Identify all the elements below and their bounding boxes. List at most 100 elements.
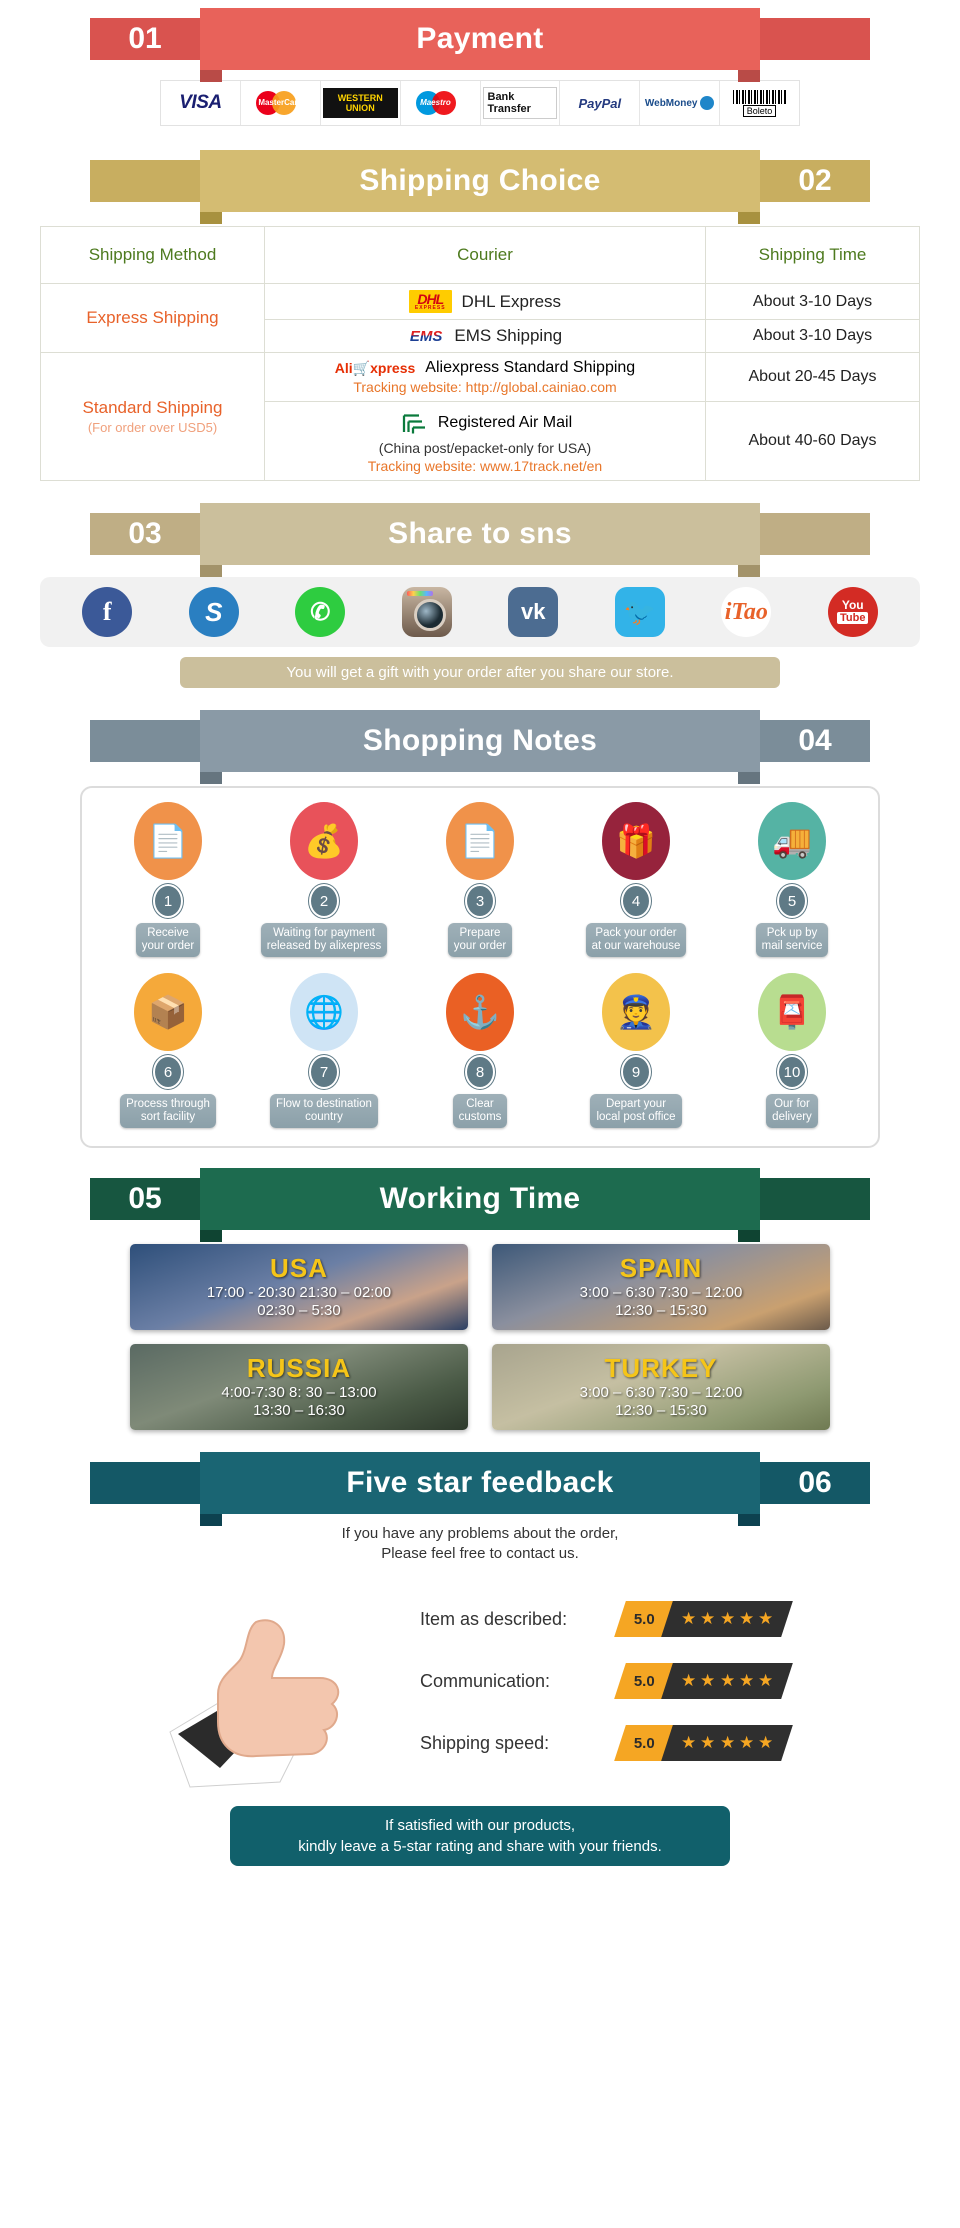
note-step: 👮 9 Depart your local post office: [562, 973, 710, 1128]
payment-method-paypal: PayPal: [560, 81, 641, 125]
maestro-logo: Maestro: [414, 89, 466, 117]
note-step-label: Prepare your order: [447, 923, 513, 957]
city-hours: 4:00-7:30 8: 30 – 13:00 13:30 – 16:30: [221, 1383, 377, 1419]
note-step-number: 3: [465, 884, 495, 918]
working-time-number: 05: [128, 1182, 162, 1215]
tracking-link-17track[interactable]: Tracking website: www.17track.net/en: [368, 458, 602, 474]
mastercard-logo: MasterCard: [254, 89, 306, 117]
star-icon: ★: [700, 1671, 716, 1690]
china-post-logo: [402, 414, 425, 434]
payment-title: Payment: [200, 8, 760, 70]
notes-title: Shopping Notes: [200, 710, 760, 772]
western-union-logo: WESTERN UNION: [322, 88, 398, 118]
payment-banner: 01 Payment: [90, 8, 870, 82]
youtube-icon[interactable]: You Tube: [827, 587, 878, 637]
working-time-title: Working Time: [200, 1168, 760, 1230]
social-icons-bar: f S ✆ vk 🐦 iTao You Tube: [40, 577, 920, 647]
rating-rows: Item as described: 5.0 ★ ★ ★ ★ ★ Communication:…: [420, 1588, 920, 1774]
working-time-banner: 05 Working Time: [90, 1168, 870, 1242]
banner-fold-left: [200, 1230, 222, 1242]
star-icon: ★: [700, 1609, 716, 1628]
note-step: 🎁 4 Pack your order at our warehouse: [562, 802, 710, 957]
shopping-notes-box: 📄 1 Receive your order 💰 2 Waiting for payment…: [80, 786, 880, 1148]
document-hand-icon: 📄: [134, 802, 202, 880]
working-time-card: SPAIN 3:00 – 6:30 7:30 – 12:00 12:30 – 15:…: [492, 1244, 830, 1330]
globe-icon: 🌐: [290, 973, 358, 1051]
skype-icon[interactable]: S: [188, 587, 239, 637]
rating-label: Item as described:: [420, 1608, 568, 1629]
time-aliexpress: About 20-45 Days: [705, 352, 920, 402]
banner-fold-right: [738, 70, 760, 82]
banner-fold-right: [738, 565, 760, 577]
shipping-banner: Shipping Choice 02: [90, 150, 870, 224]
document-hand-icon: 📄: [446, 802, 514, 880]
twitter-icon[interactable]: 🐦: [614, 587, 665, 637]
payment-method-webmoney: WebMoney: [640, 81, 721, 125]
share-section: 03 Share to sns f S ✆ vk 🐦 iTao You Tube…: [0, 481, 960, 688]
gift-box-icon: 🎁: [602, 802, 670, 880]
shipping-section: Shipping Choice 02 Shipping Method Couri…: [0, 126, 960, 481]
ems-logo: EMS: [409, 327, 443, 345]
dhl-logo: DHL EXPRESS: [408, 290, 452, 313]
banner-wing-left: [90, 1462, 200, 1504]
header-courier: Courier: [264, 226, 706, 284]
parcel-icon: 📮: [758, 973, 826, 1051]
banner-wing-left: [90, 720, 200, 762]
banner-fold-left: [200, 1514, 222, 1526]
working-time-section: 05 Working Time USA 17:00 - 20:30 21:30 –…: [0, 1148, 960, 1430]
note-step-label: Pack your order at our warehouse: [585, 923, 687, 957]
star-icon: ★: [680, 1609, 697, 1628]
courier-ems: EMS EMS Shipping: [264, 319, 706, 353]
banner-wing-left: [90, 160, 200, 202]
star-icon: ★: [719, 1609, 735, 1628]
vk-icon[interactable]: vk: [508, 587, 559, 637]
feedback-subtitle: If you have any problems about the order…: [341, 1525, 619, 1562]
star-icon: ★: [719, 1733, 735, 1752]
feedback-closing-note: If satisfied with our products, kindly le…: [230, 1806, 730, 1866]
note-step: 🌐 7 Flow to destination country: [250, 973, 398, 1128]
star-icon: ★: [700, 1733, 716, 1752]
header-shipping-method: Shipping Method: [40, 226, 265, 284]
share-title: Share to sns: [200, 503, 760, 565]
note-step: 💰 2 Waiting for payment released by alixepr…: [250, 802, 398, 957]
tracking-link-cainiao[interactable]: Tracking website: http://global.cainiao.…: [353, 379, 616, 395]
method-standard-shipping: Standard Shipping (For order over USD5): [40, 352, 265, 481]
time-registered-air-mail: About 40-60 Days: [705, 401, 920, 481]
banner-fold-left: [200, 772, 222, 784]
time-dhl: About 3-10 Days: [705, 283, 920, 320]
working-time-grid: USA 17:00 - 20:30 21:30 – 02:00 02:30 – 5:…: [130, 1244, 830, 1430]
facebook-icon[interactable]: f: [82, 587, 133, 637]
air-mail-subtitle: (China post/epacket-only for USA): [378, 440, 592, 456]
youtube-top-text: You: [841, 598, 864, 612]
banner-fold-left: [200, 565, 222, 577]
notes-banner: Shopping Notes 04: [90, 710, 870, 784]
note-step-label: Depart your local post office: [590, 1094, 682, 1128]
working-time-card: USA 17:00 - 20:30 21:30 – 02:00 02:30 – 5:…: [130, 1244, 468, 1330]
shipping-number: 02: [798, 164, 832, 197]
banner-wing-right: [760, 18, 870, 60]
time-ems: About 3-10 Days: [705, 319, 920, 353]
note-step-number: 8: [465, 1055, 495, 1089]
instagram-icon[interactable]: [401, 587, 452, 637]
feedback-ratings-wrap: Item as described: 5.0 ★ ★ ★ ★ ★ Communication:…: [40, 1572, 920, 1802]
note-step-label: Process through sort facility: [120, 1094, 216, 1128]
banner-fold-right: [738, 1230, 760, 1242]
note-step-label: Receive your order: [135, 923, 201, 957]
boleto-logo: Boleto: [732, 89, 787, 117]
rating-label: Shipping speed:: [420, 1732, 550, 1753]
whatsapp-icon[interactable]: ✆: [295, 587, 346, 637]
note-step-number: 7: [309, 1055, 339, 1089]
thumbs-up-image: [169, 1619, 340, 1788]
shipping-title: Shipping Choice: [200, 150, 760, 212]
banner-fold-left: [200, 212, 222, 224]
payment-methods-row: VISA MasterCard WESTERN UNION Maestro Ba…: [160, 80, 800, 126]
city-hours: 3:00 – 6:30 7:30 – 12:00 12:30 – 15:30: [579, 1383, 743, 1419]
note-step-number: 9: [621, 1055, 651, 1089]
city-hours: 3:00 – 6:30 7:30 – 12:00 12:30 – 15:30: [579, 1283, 743, 1319]
note-step-label: Flow to destination country: [270, 1094, 378, 1128]
itao-icon[interactable]: iTao: [721, 587, 772, 637]
banner-wing-right: [760, 513, 870, 555]
star-icon: ★: [757, 1733, 774, 1752]
bank-transfer-logo: Bank Transfer: [482, 87, 558, 119]
banner-fold-right: [738, 772, 760, 784]
